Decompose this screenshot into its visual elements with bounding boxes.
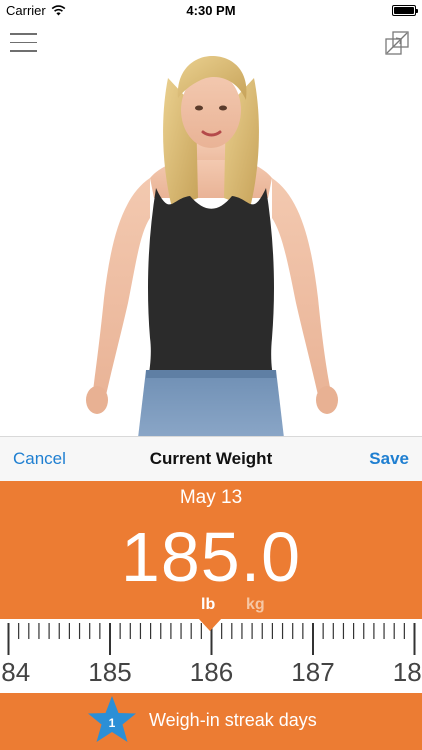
ruler-label: 185 [88,657,132,687]
weight-value: 185.0 [120,518,302,596]
status-bar: Carrier 4:30 PM [0,0,422,22]
ruler-label: 188 [392,657,422,687]
body-avatar-illustration [0,48,422,438]
streak-bar[interactable]: 1 Weigh-in streak days [0,693,422,750]
battery-icon [392,5,418,16]
star-icon: 1 [88,696,136,742]
streak-count: 1 [109,716,116,730]
weight-panel: May 13 185.0 lb kg [0,481,422,619]
save-button[interactable]: Save [369,449,409,469]
ruler-labels: 184 185 186 187 188 [0,657,422,687]
weight-sheet-header: Cancel Current Weight Save [0,436,422,481]
unit-kg-toggle[interactable]: kg [246,596,265,614]
ruler-label: 186 [189,657,234,687]
ruler-label: 187 [291,657,335,687]
streak-label: Weigh-in streak days [149,710,317,730]
date-label: May 13 [179,487,243,508]
cancel-button[interactable]: Cancel [13,449,66,469]
ruler-label: 184 [0,657,31,687]
ruler-pointer-icon [198,618,222,631]
unit-lb-toggle[interactable]: lb [201,596,215,614]
status-time: 4:30 PM [186,3,236,18]
